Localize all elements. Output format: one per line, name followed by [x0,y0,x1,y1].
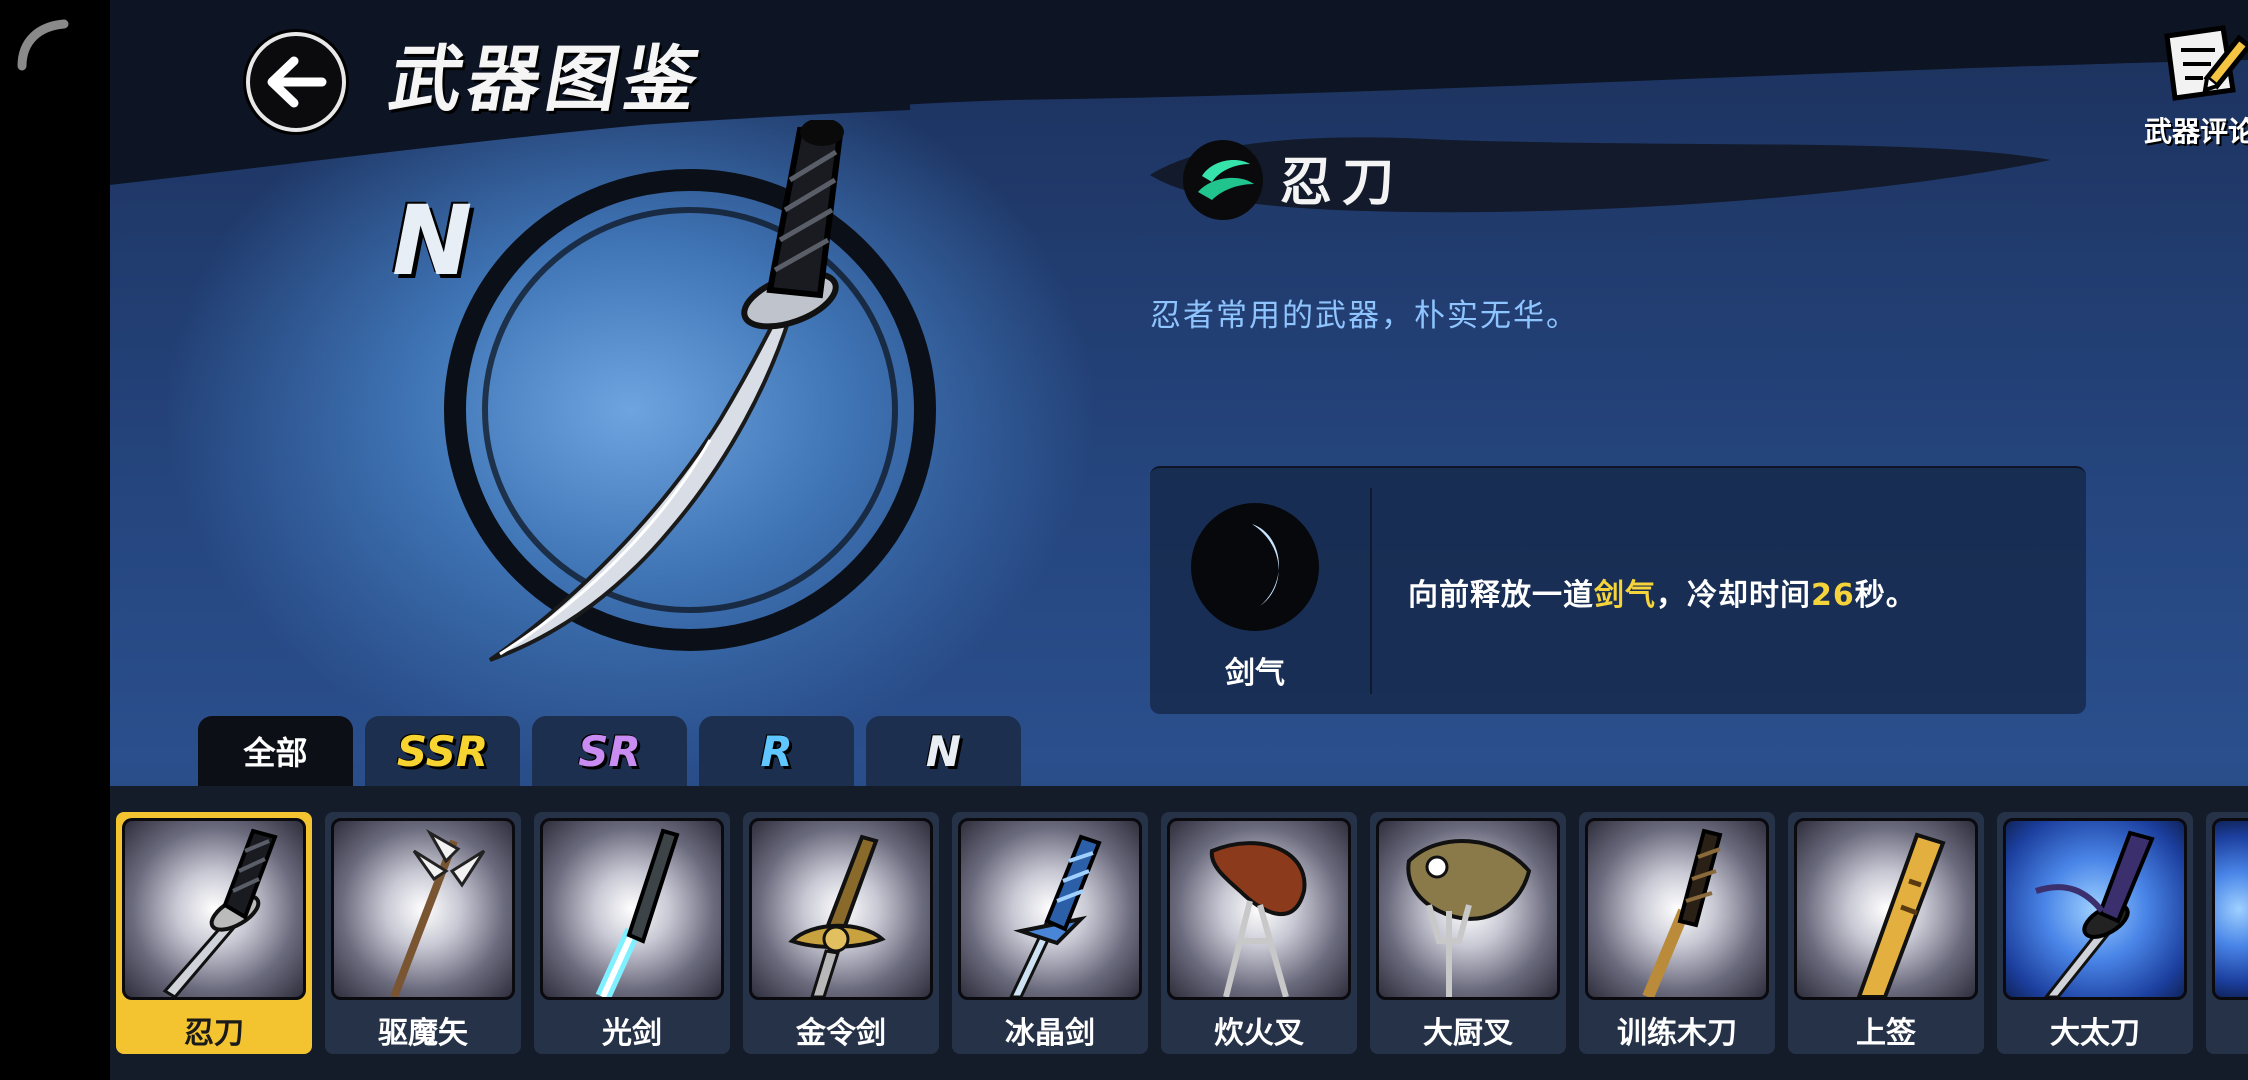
weapon-card-ice-crystal-sword[interactable]: 冰晶剑 [952,812,1148,1054]
gold-sword-icon [749,818,933,1000]
weapon-card-label: 冰晶剑 [1005,1016,1095,1051]
corner-arc-icon [17,19,69,71]
weapon-name: 忍刀 [1280,152,1405,213]
weapon-card-label: 大太刀 [2050,1016,2140,1051]
weapon-card-lucky-stick[interactable]: 上签 [1788,812,1984,1054]
weapon-card-label: 光剑 [602,1016,662,1051]
page-title: 武器图鉴 [383,36,711,121]
arrow-icon [331,818,515,1000]
weapon-card-label: 上签 [1856,1016,1916,1051]
weapon-card-light-sword[interactable]: 光剑 [534,812,730,1054]
tab-n-label: N [925,726,962,776]
weapon-card-label: 训练木刀 [1617,1016,1737,1051]
light-sword-icon [540,818,724,1000]
weapon-card-gold-order-sword[interactable]: 金令剑 [743,812,939,1054]
weapon-card-label: 大厨叉 [1423,1016,1513,1051]
weapon-gallery-screen: 武器图鉴 武器评论 N 忍刀 忍者常用的武器，朴实无华。 剑气 向前释放一道剑气… [110,0,2248,1080]
skill-panel: 剑气 向前释放一道剑气，冷却时间26秒。 [1150,466,2086,714]
weapon-review-label: 武器评论 [2143,115,2248,148]
weapon-card-label: 驱魔矢 [378,1016,468,1051]
weapon-card-label: 金令剑 [796,1016,886,1051]
great-sword-icon [2003,818,2187,1000]
tab-r-label: R [760,726,793,776]
fortune-stick-icon [1794,818,1978,1000]
tab-ssr[interactable]: SSR [365,716,520,786]
weapon-card-training-wooden-sword[interactable]: 训练木刀 [1579,812,1775,1054]
tab-sr[interactable]: SR [532,716,687,786]
tab-sr-label: SR [578,726,641,776]
fork-icon [1167,818,1351,1000]
tab-all-label: 全部 [243,734,308,772]
skill-description: 向前释放一道剑气，冷却时间26秒。 [1408,578,1917,613]
weapon-card-label: 忍刀 [184,1016,244,1051]
weapon-card-partial[interactable] [2206,812,2248,1054]
partial-weapon-icon [2212,818,2248,1000]
ninja-sword-icon [122,818,306,1000]
tab-r[interactable]: R [699,716,854,786]
weapon-rarity-mark: N [392,185,473,297]
weapon-description: 忍者常用的武器，朴实无华。 [1150,298,1579,334]
ice-sword-icon [958,818,1142,1000]
rarity-filter-tabs: 全部 SSR SR R N [198,716,1021,786]
left-system-bar [0,0,110,1080]
weapon-card-great-sword[interactable]: 大太刀 [1997,812,2193,1054]
weapon-review-button[interactable]: 武器评论 [2130,24,2248,154]
tab-n[interactable]: N [866,716,1021,786]
weapon-card-cooking-fork[interactable]: 炊火叉 [1161,812,1357,1054]
crescent-moon-icon [1191,503,1319,631]
note-pencil-icon [2164,25,2248,101]
skill-name: 剑气 [1225,656,1285,691]
back-button[interactable] [246,32,346,132]
tab-ssr-label: SSR [396,726,489,776]
weapon-list: 忍刀 驱魔矢 光剑 金令剑 冰晶剑 炊火叉 大厨叉 训练木刀 上签 大太刀 [110,786,2248,1080]
weapon-card-exorcism-arrow[interactable]: 驱魔矢 [325,812,521,1054]
tab-all[interactable]: 全部 [198,716,353,786]
back-arrow-icon [267,56,327,108]
weapon-card-chef-fork[interactable]: 大厨叉 [1370,812,1566,1054]
weapon-card-label: 炊火叉 [1214,1016,1304,1051]
wooden-sword-icon [1585,818,1769,1000]
fish-fork-icon [1376,818,1560,1000]
weapon-card-ninja-sword[interactable]: 忍刀 [116,812,312,1054]
skill-divider [1370,488,1372,694]
